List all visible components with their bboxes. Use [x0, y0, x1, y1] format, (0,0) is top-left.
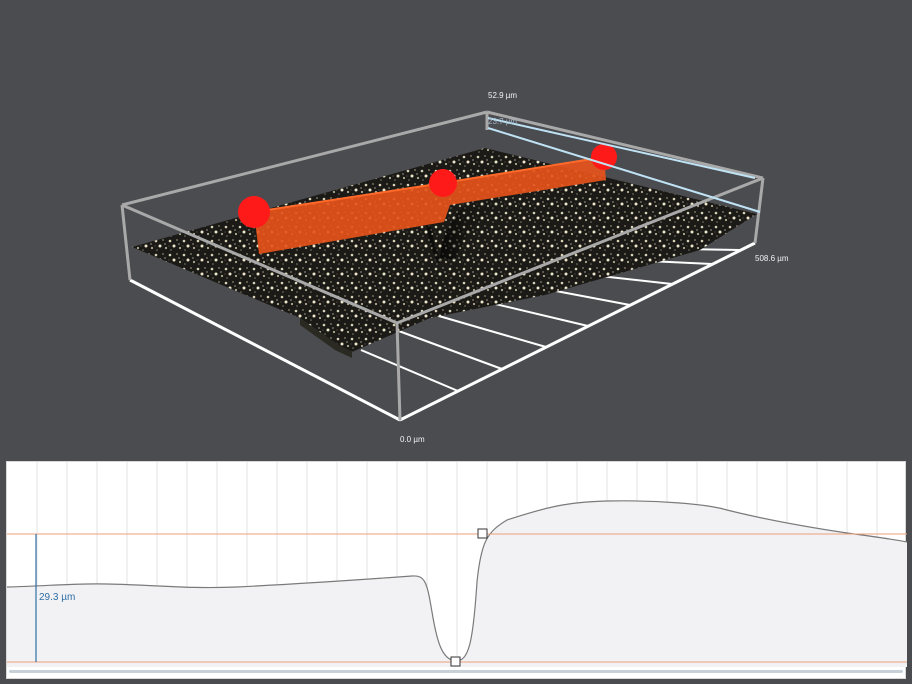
- z-mid-label: 23.7 µm: [488, 117, 518, 126]
- profile-scrollbar[interactable]: [9, 670, 903, 673]
- profile-mid-marker[interactable]: [429, 169, 457, 197]
- profile-start-marker[interactable]: [238, 196, 270, 228]
- height-difference-label: 29.3 µm: [39, 592, 76, 603]
- lower-reference-handle[interactable]: [450, 656, 461, 667]
- 3d-surface-view[interactable]: 52.9 µm 23.7 µm 508.6 µm 0.0 µm: [0, 0, 912, 455]
- upper-reference-handle[interactable]: [477, 528, 488, 539]
- z-max-label: 52.9 µm: [488, 91, 518, 100]
- origin-label: 0.0 µm: [400, 435, 425, 444]
- y-max-label: 508.6 µm: [755, 254, 789, 263]
- profile-chart-panel[interactable]: 29.3 µm: [6, 461, 907, 679]
